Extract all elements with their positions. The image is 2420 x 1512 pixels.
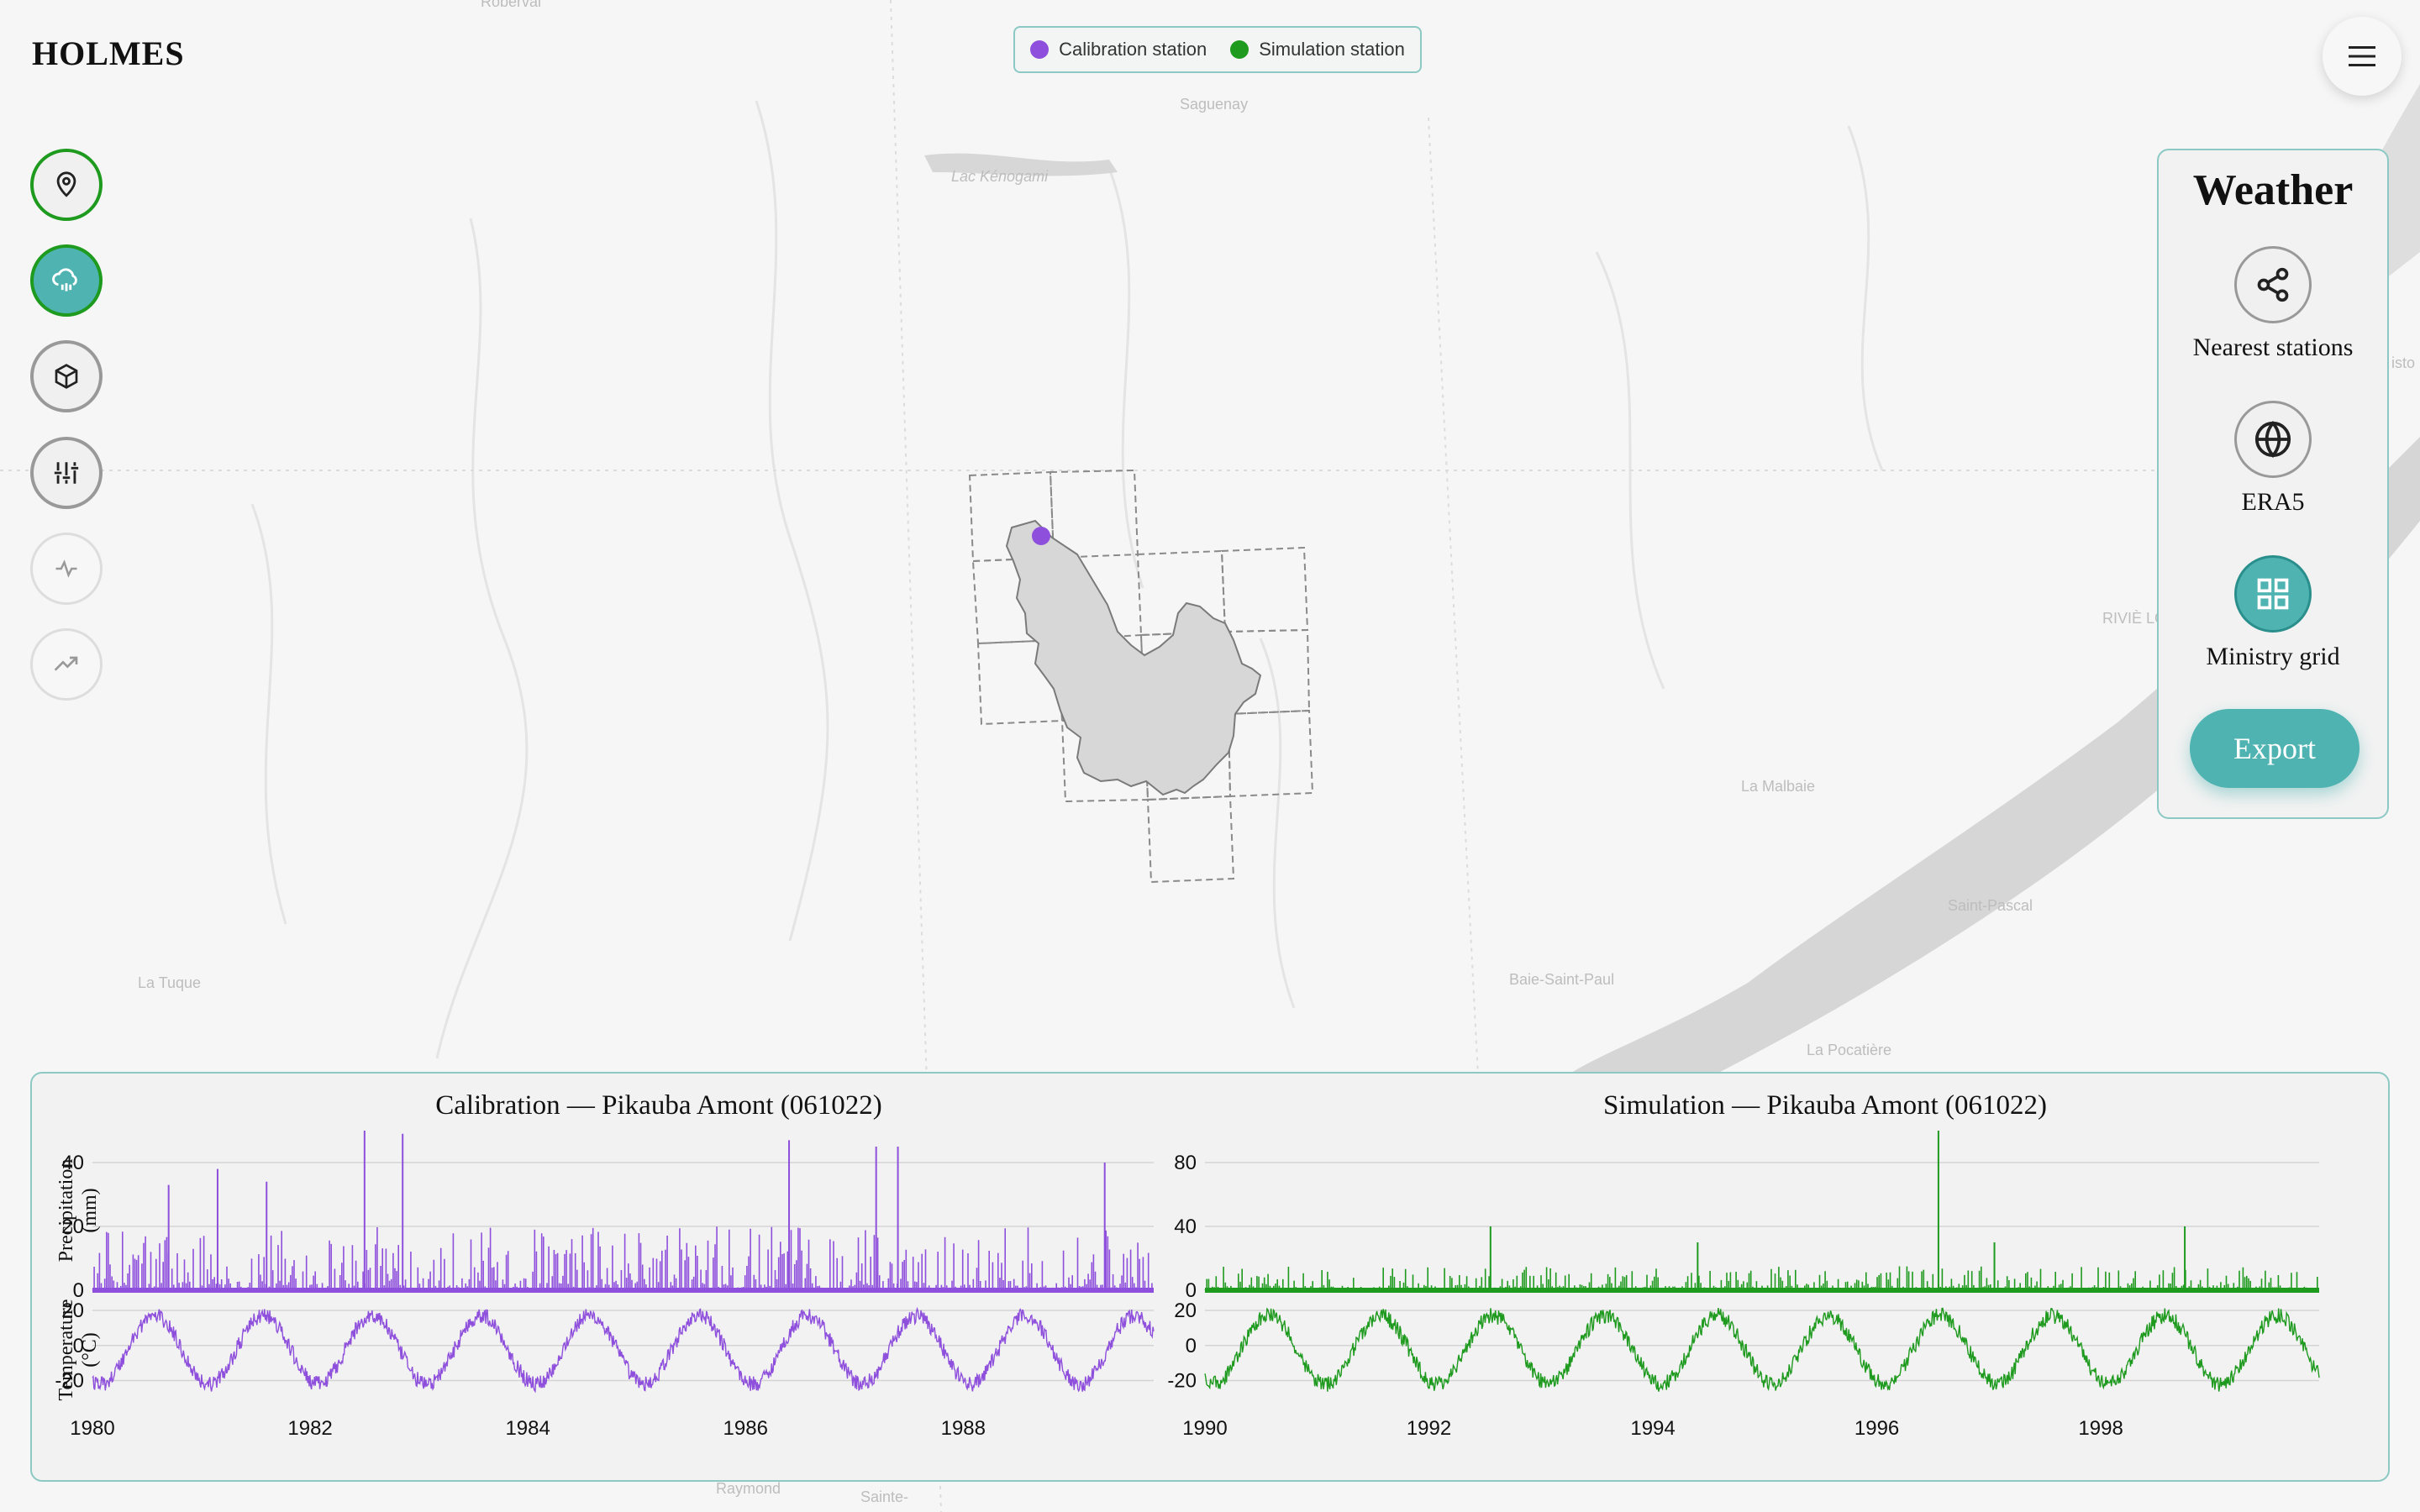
export-button[interactable]: Export bbox=[2190, 709, 2360, 788]
map-label-la-tuque: La Tuque bbox=[138, 974, 201, 991]
temp-axis-label-line: (°C) bbox=[79, 1332, 101, 1368]
cube-icon bbox=[55, 364, 78, 389]
legend-item-simulation: Simulation station bbox=[1230, 39, 1405, 60]
nearest-stations-option[interactable]: Nearest stations bbox=[2159, 246, 2387, 362]
temperature-series bbox=[92, 1306, 1155, 1394]
charts-panel: Calibration — Pikauba Amont (061022) Sim… bbox=[30, 1072, 2390, 1482]
legend-simulation-label: Simulation station bbox=[1259, 39, 1405, 60]
precip-axis-label-line: (mm) bbox=[79, 1188, 101, 1232]
x-tick-label: 1984 bbox=[505, 1417, 550, 1440]
location-pin-icon bbox=[56, 171, 76, 197]
map-label-saguenay: Saguenay bbox=[1180, 96, 1248, 113]
settings-tool-button[interactable] bbox=[30, 437, 103, 509]
precipitation-series bbox=[92, 1226, 1153, 1290]
share-icon bbox=[2257, 267, 2289, 302]
era5-label: ERA5 bbox=[2241, 488, 2305, 516]
x-tick-label: 1988 bbox=[941, 1417, 986, 1440]
calibration-station-marker[interactable] bbox=[1032, 527, 1050, 545]
app-brand: HOLMES bbox=[32, 34, 185, 72]
weather-panel-title: Weather bbox=[2192, 166, 2354, 214]
rain-cloud-icon bbox=[52, 268, 77, 291]
nearest-stations-label: Nearest stations bbox=[2192, 333, 2354, 361]
hamburger-icon bbox=[2349, 46, 2375, 66]
simulation-dot-icon bbox=[1230, 40, 1249, 59]
map-label-sainte: Sainte- bbox=[860, 1488, 908, 1505]
globe-icon bbox=[2254, 420, 2291, 459]
legend-calibration-label: Calibration station bbox=[1059, 39, 1207, 60]
ministry-grid-label: Ministry grid bbox=[2206, 643, 2340, 670]
sliders-icon bbox=[54, 462, 79, 484]
precipitation-series bbox=[1204, 1266, 2318, 1290]
map-label-saint-pascal: Saint-Pascal bbox=[1948, 897, 2033, 914]
x-tick-label: 1982 bbox=[287, 1417, 332, 1440]
weather-panel: Weather Nearest stations ERA5 Ministry g… bbox=[2157, 149, 2389, 819]
map-label-roberval: Roberval bbox=[481, 0, 541, 10]
precip-tick-label: 80 bbox=[1174, 1152, 1197, 1174]
precip-axis-label-line: Precipitation bbox=[55, 1159, 77, 1263]
map-label-edge: isto bbox=[2391, 354, 2415, 371]
x-tick-label: 1994 bbox=[1630, 1417, 1675, 1440]
map-legend: Calibration station Simulation station bbox=[1013, 26, 1422, 73]
temp-axis-label-line: Temperature bbox=[55, 1299, 77, 1401]
map-label-la-malbaie: La Malbaie bbox=[1741, 778, 1815, 795]
x-tick-label: 1980 bbox=[70, 1417, 114, 1440]
precip-axis-label: Precipitation(mm) bbox=[55, 1159, 101, 1263]
trend-icon bbox=[54, 656, 78, 671]
calibration-dot-icon bbox=[1030, 40, 1050, 59]
temperature-series bbox=[1204, 1307, 2320, 1392]
x-tick-label: 1996 bbox=[1854, 1417, 1899, 1440]
map-label-kenogami: Lac Kénogami bbox=[951, 168, 1049, 185]
x-tick-label: 1990 bbox=[1182, 1417, 1227, 1440]
pulse-icon bbox=[55, 559, 77, 578]
grid-icon bbox=[2257, 578, 2289, 610]
location-tool-button[interactable] bbox=[30, 149, 103, 221]
era5-button[interactable] bbox=[2234, 401, 2312, 478]
temp-tick-label: 20 bbox=[1174, 1299, 1197, 1322]
precip-tick-label: 0 bbox=[1186, 1279, 1197, 1302]
trend-tool-button[interactable] bbox=[30, 628, 103, 701]
ministry-grid-button[interactable] bbox=[2234, 555, 2312, 633]
x-tick-label: 1986 bbox=[723, 1417, 768, 1440]
nearest-stations-button[interactable] bbox=[2234, 246, 2312, 323]
map-label-raymond: Raymond bbox=[716, 1480, 781, 1497]
map-label-baie-saint-paul: Baie-Saint-Paul bbox=[1509, 971, 1614, 988]
temp-tick-label: 0 bbox=[1186, 1335, 1197, 1357]
precip-tick-label: 0 bbox=[73, 1279, 84, 1302]
ministry-grid-option[interactable]: Ministry grid bbox=[2159, 555, 2387, 671]
map-label-la-pocatiere: La Pocatière bbox=[1807, 1042, 1891, 1058]
era5-option[interactable]: ERA5 bbox=[2159, 401, 2387, 517]
model-tool-button[interactable] bbox=[30, 340, 103, 412]
menu-button[interactable] bbox=[2323, 17, 2402, 96]
temp-tick-label: -20 bbox=[1167, 1370, 1197, 1393]
weather-tool-button[interactable] bbox=[30, 244, 103, 317]
legend-item-calibration: Calibration station bbox=[1030, 39, 1207, 60]
signal-tool-button[interactable] bbox=[30, 533, 103, 605]
timeseries-charts: 02040-200201980 1982 1984 1986 1988Precipita… bbox=[55, 1131, 2320, 1440]
x-tick-label: 1992 bbox=[1407, 1417, 1451, 1440]
x-tick-label: 1998 bbox=[2078, 1417, 2123, 1440]
precip-tick-label: 40 bbox=[1174, 1215, 1197, 1238]
